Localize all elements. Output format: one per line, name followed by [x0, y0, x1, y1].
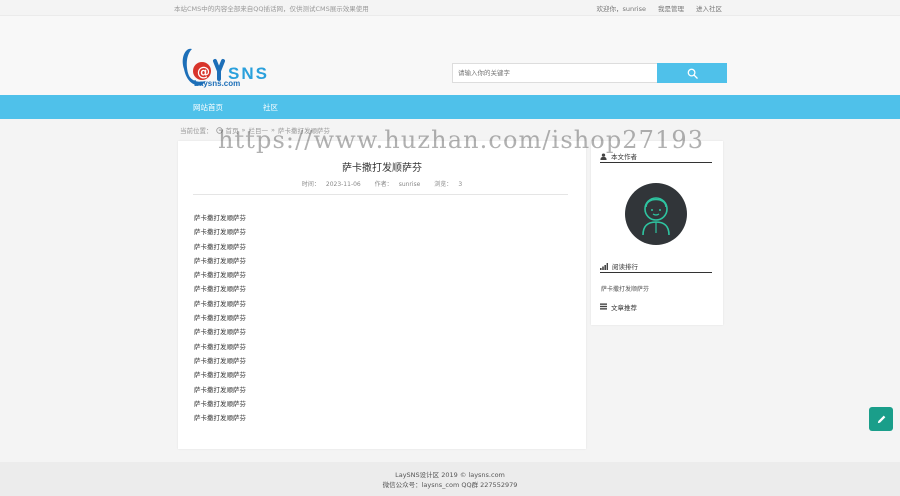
signal-bars-icon [600, 262, 608, 270]
article-paragraph: 萨卡撒打发顺萨芬 [194, 214, 246, 222]
article-paragraph: 萨卡撒打发顺萨芬 [194, 228, 246, 237]
list-icon [600, 303, 607, 310]
top-bar: 本站CMS中的内容全部来自QQ插话网，仅供测试CMS展示效果使用 欢迎你，sun… [0, 0, 900, 16]
recommend-heading: 文章推荐 [611, 303, 637, 312]
author-label: 作者： [374, 181, 393, 188]
user-links: 欢迎你，sunrise 我是管理 进入社区 [597, 3, 723, 13]
article-paragraph: 萨卡撒打发顺萨芬 [194, 414, 246, 423]
welcome-user-link[interactable]: 欢迎你，sunrise [597, 3, 647, 13]
article-paragraph: 萨卡撒打发顺萨芬 [194, 385, 246, 394]
svg-text:@: @ [197, 65, 210, 80]
footer-contact: 微信公众号：laysns_com QQ群 227552979 [382, 481, 518, 489]
article-meta: 时间： 2023-11-06 作者： sunrise 浏览： 3 [178, 179, 586, 188]
article-paragraph: 萨卡撒打发顺萨芬 [194, 342, 246, 351]
article-paragraph: 萨卡撒打发顺萨芬 [194, 314, 246, 323]
article-paragraph: 萨卡撒打发顺萨芬 [194, 271, 246, 280]
site-logo[interactable]: @ SNS Laysns.com [178, 39, 308, 89]
nav-item-home[interactable]: 网站首页 [193, 102, 223, 113]
article-paragraph: 萨卡撒打发顺萨芬 [194, 285, 246, 294]
watermark-overlay: https://www.huzhan.com/ishop27193 [218, 126, 705, 154]
ranking-section-header: 阅读排行 [600, 260, 712, 273]
search-icon [687, 68, 698, 79]
recommend-section-header: 文章推荐 [600, 300, 712, 313]
search-input[interactable] [452, 63, 657, 83]
ranking-heading: 阅读排行 [612, 263, 638, 271]
article-paragraph: 萨卡撒打发顺萨芬 [194, 256, 246, 265]
edit-button[interactable] [869, 407, 893, 431]
article-paragraph: 萨卡撒打发顺萨芬 [194, 242, 246, 251]
main-nav: 网站首页 社区 [0, 95, 900, 119]
footer-copyright: LaySNS设计区 2019 © laysns.com [395, 471, 505, 479]
views-label: 浏览： [434, 181, 453, 188]
article-panel: 萨卡撒打发顺萨芬 时间： 2023-11-06 作者： sunrise 浏览： 3 萨… [178, 141, 586, 449]
site-notice: 本站CMS中的内容全部来自QQ插话网，仅供测试CMS展示效果使用 [174, 5, 369, 13]
article-paragraph: 萨卡撒打发顺萨芬 [194, 399, 246, 408]
avatar-figure-icon [642, 197, 670, 236]
avatar[interactable] [625, 183, 687, 245]
article-paragraph: 萨卡撒打发顺萨芬 [194, 328, 246, 337]
article-paragraph: 萨卡撒打发顺萨芬 [194, 371, 246, 380]
article-paragraph: 萨卡撒打发顺萨芬 [194, 356, 246, 365]
article-time: 2023-11-06 [325, 181, 361, 188]
pencil-icon [877, 415, 885, 423]
time-label: 时间： [301, 181, 320, 188]
ranking-item-link[interactable]: 萨卡撒打发顺萨芬 [601, 284, 649, 293]
search-button[interactable] [657, 63, 727, 83]
svg-text:Laysns.com: Laysns.com [194, 79, 240, 88]
article-author: sunrise [398, 181, 421, 188]
footer: LaySNS设计区 2019 © laysns.com 微信公众号：laysns… [0, 462, 900, 496]
enter-community-link[interactable]: 进入社区 [696, 3, 722, 13]
header: @ SNS Laysns.com [0, 16, 900, 95]
breadcrumb-prefix: 当前位置： [180, 127, 213, 135]
article-title: 萨卡撒打发顺萨芬 [342, 163, 422, 174]
nav-item-community[interactable]: 社区 [263, 102, 278, 113]
sidebar: 本文作者 阅读排行 萨卡撒打发顺萨芬 文章推荐 [591, 141, 723, 325]
search-bar [452, 63, 727, 83]
article-paragraph: 萨卡撒打发顺萨芬 [194, 299, 246, 308]
admin-link[interactable]: 我是管理 [658, 3, 684, 13]
article-body: 萨卡撒打发顺萨芬 萨卡撒打发顺萨芬 萨卡撒打发顺萨芬 萨卡撒打发顺萨芬 萨卡撒打… [194, 211, 246, 425]
article-views: 3 [458, 181, 463, 188]
title-divider [193, 194, 568, 195]
